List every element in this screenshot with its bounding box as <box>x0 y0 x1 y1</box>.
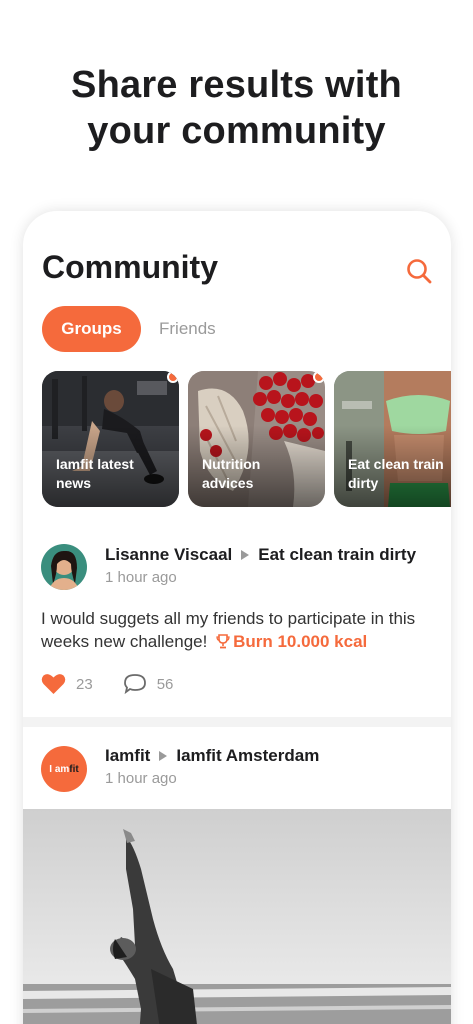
story-label: Iamfit latest news <box>56 456 134 491</box>
new-indicator-dot <box>313 371 325 383</box>
group-stories: Iamfit latest news Nutrition advices Eat… <box>42 371 451 508</box>
tab-groups[interactable]: Groups <box>42 306 141 352</box>
challenge-label: Burn 10.000 kcal <box>233 632 368 651</box>
story-label: Nutrition advices <box>202 456 261 491</box>
tab-friends[interactable]: Friends <box>159 306 216 352</box>
story-label: Eat clean train dirty <box>348 456 444 491</box>
post-actions: 23 56 <box>41 673 203 695</box>
page-title: Community <box>42 249 218 285</box>
post-timestamp: 1 hour ago <box>105 770 177 787</box>
new-indicator-dot <box>167 371 179 383</box>
trophy-icon <box>216 634 230 649</box>
marketing-headline: Share results with your community <box>0 62 473 154</box>
story-iamfit-latest-news[interactable]: Iamfit latest news <box>42 371 179 507</box>
headline-line-2: your community <box>87 110 386 152</box>
post-header: Iamfit Iamfit Amsterdam <box>105 746 319 766</box>
post-timestamp: 1 hour ago <box>105 569 177 586</box>
feed-divider <box>23 717 451 727</box>
logo-suffix: fit <box>69 763 79 775</box>
arrow-right-icon <box>241 550 250 560</box>
post-photo[interactable] <box>23 809 451 1024</box>
post-header: Lisanne Viscaal Eat clean train dirty <box>105 545 416 565</box>
comment-count: 56 <box>156 675 174 693</box>
search-icon[interactable] <box>405 257 433 285</box>
story-nutrition-advices[interactable]: Nutrition advices <box>188 371 325 507</box>
comment-icon[interactable] <box>123 673 147 695</box>
avatar[interactable] <box>41 544 87 590</box>
post-group[interactable]: Eat clean train dirty <box>258 545 416 565</box>
iamfit-logo-avatar[interactable]: I am fit <box>41 746 87 792</box>
post-author[interactable]: Iamfit <box>105 746 150 766</box>
post-group[interactable]: Iamfit Amsterdam <box>176 746 319 766</box>
headline-line-1: Share results with <box>71 64 402 106</box>
arrow-right-icon <box>159 751 168 761</box>
post-author[interactable]: Lisanne Viscaal <box>105 545 232 565</box>
feed-post: Lisanne Viscaal Eat clean train dirty 1 … <box>23 531 451 711</box>
like-count: 23 <box>76 675 93 693</box>
post-body: I would suggets all my friends to partic… <box>41 607 441 653</box>
story-eat-clean-train-dirty[interactable]: Eat clean train dirty <box>334 371 451 507</box>
logo-prefix: I am <box>49 763 70 775</box>
heart-icon[interactable] <box>41 673 66 695</box>
phone-screen: Community Groups Friends Iamfit latest n… <box>23 211 451 1024</box>
challenge-link[interactable]: Burn 10.000 kcal <box>212 632 367 651</box>
